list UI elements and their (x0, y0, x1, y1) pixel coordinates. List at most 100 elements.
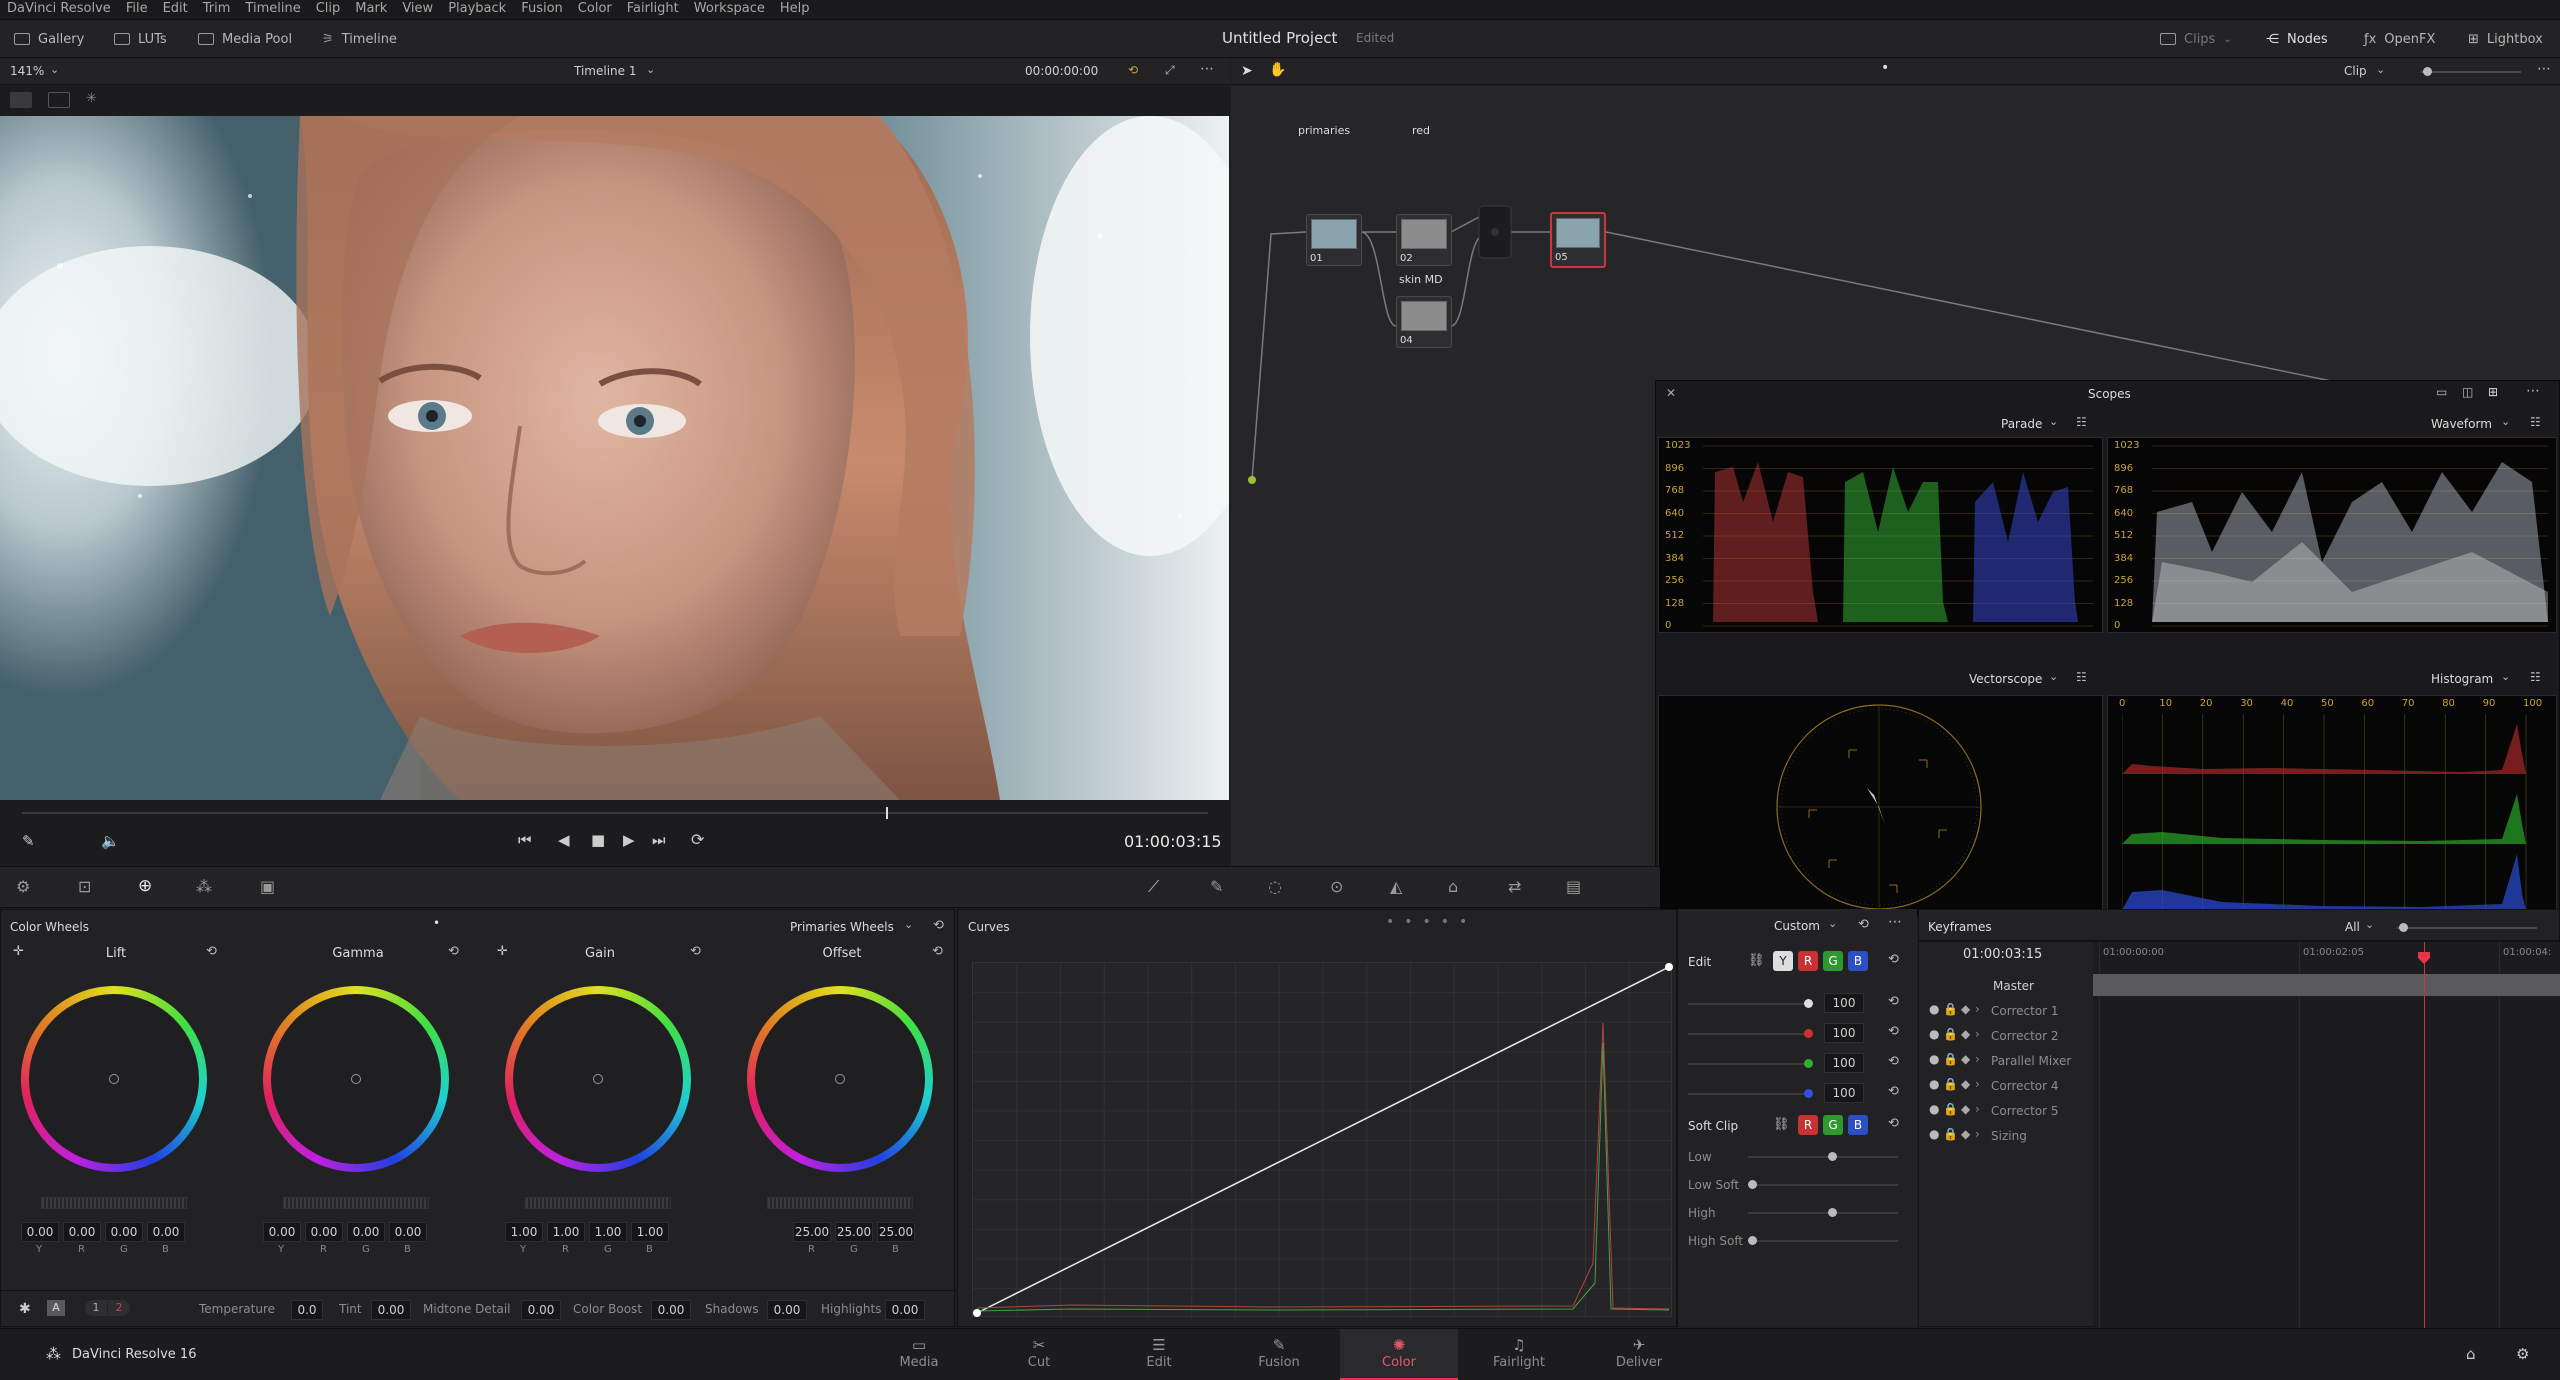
channel-intensity-handle[interactable] (1804, 1059, 1813, 1068)
node-mode-select[interactable]: Clip (2344, 64, 2367, 78)
single-view-icon[interactable] (10, 92, 32, 108)
curves-mode-select[interactable]: Custom (1774, 919, 1820, 933)
reset-icon[interactable]: ⟲ (1888, 994, 1899, 1009)
more-options-icon[interactable]: ⋯ (1888, 914, 1902, 930)
scope-settings-icon[interactable]: ☷ (2076, 415, 2087, 429)
qualifier-icon[interactable]: ✎ (1210, 877, 1223, 896)
chevron-right-icon[interactable]: › (1975, 1027, 1980, 1041)
dual-scope-icon[interactable]: ◫ (2462, 385, 2473, 399)
low-handle[interactable] (1828, 1152, 1837, 1161)
master-wheel-slider[interactable] (525, 1197, 671, 1209)
chevron-right-icon[interactable]: › (1975, 1127, 1980, 1141)
highlights-input[interactable]: 0.00 (885, 1300, 925, 1320)
color-wheel-ring[interactable] (505, 986, 691, 1172)
temperature-input[interactable]: 0.0 (291, 1300, 323, 1320)
master-track-bar[interactable] (2093, 974, 2560, 996)
wheel-value-y[interactable]: 0.00 (263, 1222, 301, 1242)
reset-icon[interactable]: ⟲ (933, 918, 944, 933)
fullscreen-icon[interactable]: ⤢ (1165, 63, 1175, 78)
highlight-icon[interactable]: ✳ (86, 91, 97, 106)
color-wheel-ring[interactable] (747, 986, 933, 1172)
keyframe-master-row[interactable]: Master (1919, 974, 2093, 999)
reset-icon[interactable]: ⟲ (690, 944, 701, 959)
reset-icon[interactable]: ⟲ (448, 944, 459, 959)
node-primaries[interactable]: 01 (1306, 214, 1362, 266)
node-skin-md[interactable]: 04 (1396, 296, 1452, 348)
quad-scope-icon[interactable]: ⊞ (2488, 385, 2498, 399)
high-soft-slider[interactable] (1748, 1240, 1898, 1242)
scope-settings-icon[interactable]: ☷ (2076, 670, 2087, 684)
menu-item[interactable]: Help (780, 1, 810, 16)
diamond-icon[interactable]: ◆ (1961, 1052, 1970, 1066)
menu-item[interactable]: Clip (316, 1, 341, 16)
3d-icon[interactable]: ▤ (1566, 877, 1581, 896)
reset-icon[interactable]: ⟲ (1888, 1024, 1899, 1039)
loop-icon[interactable]: ⟳ (691, 830, 704, 849)
scrubber-track[interactable] (22, 812, 1208, 814)
key-icon[interactable]: ⌂ (1448, 877, 1458, 896)
lightbox-button[interactable]: ⊞ Lightbox (2458, 27, 2553, 51)
lock-icon[interactable]: 🔒 (1943, 1102, 1958, 1116)
sizing-icon[interactable]: ⇄ (1508, 877, 1521, 896)
tint-input[interactable]: 0.00 (371, 1300, 411, 1320)
wheel-value-b[interactable]: 0.00 (389, 1222, 427, 1242)
low-soft-handle[interactable] (1748, 1180, 1757, 1189)
low-soft-slider[interactable] (1748, 1184, 1898, 1186)
viewer-image[interactable] (0, 116, 1229, 800)
wheel-value-b[interactable]: 25.00 (877, 1222, 915, 1242)
softclip-r-button[interactable]: R (1798, 1115, 1818, 1135)
r-channel-button[interactable]: R (1798, 951, 1818, 971)
channel-intensity-handle[interactable] (1804, 999, 1813, 1008)
chevron-right-icon[interactable]: › (1975, 1002, 1980, 1016)
menu-item[interactable]: Fairlight (627, 1, 679, 16)
channel-intensity-slider[interactable] (1688, 1003, 1808, 1005)
wheel-value-g[interactable]: 1.00 (589, 1222, 627, 1242)
menu-item[interactable]: DaVinci Resolve (7, 1, 111, 16)
keyframes-timeline[interactable]: 01:00:00:00 01:00:02:05 01:00:04: (2093, 942, 2560, 1328)
nodes-button[interactable]: ⋲ Nodes (2256, 27, 2338, 51)
page-dot[interactable]: • (433, 916, 440, 930)
softclip-b-button[interactable]: B (1848, 1115, 1868, 1135)
timeline-name[interactable]: Timeline 1 (574, 64, 636, 78)
page-tab-color[interactable]: ✺ Color (1340, 1329, 1458, 1380)
wheel-value-g[interactable]: 0.00 (105, 1222, 143, 1242)
scrubber-playhead[interactable] (886, 807, 888, 819)
y-channel-button[interactable]: Y (1773, 951, 1793, 971)
split-view-icon[interactable] (48, 92, 70, 108)
keyframe-row[interactable]: ● 🔒 ◆ › Corrector 4 (1919, 1074, 2093, 1099)
wheel-crosshair[interactable] (835, 1074, 845, 1084)
color-wheel-ring[interactable] (21, 986, 207, 1172)
pointer-icon[interactable]: ➤ (1241, 63, 1253, 79)
chevron-right-icon[interactable]: › (1975, 1077, 1980, 1091)
master-wheel-slider[interactable] (767, 1197, 913, 1209)
rgb-mixer-icon[interactable]: ⁂ (196, 877, 212, 896)
lock-icon[interactable]: 🔒 (1943, 1077, 1958, 1091)
wheel-value-r[interactable]: 0.00 (63, 1222, 101, 1242)
high-handle[interactable] (1828, 1208, 1837, 1217)
close-icon[interactable]: ✕ (1666, 386, 1676, 400)
more-options-icon[interactable]: ⋯ (2526, 383, 2540, 399)
blur-icon[interactable]: ◭ (1390, 877, 1402, 896)
channel-intensity-handle[interactable] (1804, 1029, 1813, 1038)
node-05-selected[interactable]: 05 (1550, 212, 1606, 268)
menu-item[interactable]: Workspace (694, 1, 765, 16)
channel-intensity-slider[interactable] (1688, 1033, 1808, 1035)
home-icon[interactable]: ⌂ (2466, 1345, 2476, 1363)
keyframe-row[interactable]: ● 🔒 ◆ › Corrector 1 (1919, 999, 2093, 1024)
scope-settings-icon[interactable]: ☷ (2530, 415, 2541, 429)
reset-icon[interactable]: ⟲ (206, 944, 217, 959)
link-icon[interactable]: ⛓ (1748, 953, 1765, 968)
reset-icon[interactable]: ⟲ (1888, 1054, 1899, 1069)
diamond-icon[interactable]: ◆ (1961, 1027, 1970, 1041)
play-icon[interactable]: ▶ (623, 831, 635, 849)
settings-gear-icon[interactable]: ⚙ (2516, 1345, 2529, 1363)
menu-item[interactable]: File (126, 1, 148, 16)
channel-intensity-input[interactable]: 100 (1824, 993, 1864, 1013)
diamond-icon[interactable]: ◆ (1961, 1077, 1970, 1091)
timecode-display[interactable]: 00:00:00:00 (1025, 64, 1098, 78)
channel-intensity-slider[interactable] (1688, 1063, 1808, 1065)
color-boost-input[interactable]: 0.00 (651, 1300, 691, 1320)
page-dot[interactable]: • (1881, 60, 1889, 76)
wheel-crosshair[interactable] (351, 1074, 361, 1084)
wheel-value-g[interactable]: 25.00 (835, 1222, 873, 1242)
